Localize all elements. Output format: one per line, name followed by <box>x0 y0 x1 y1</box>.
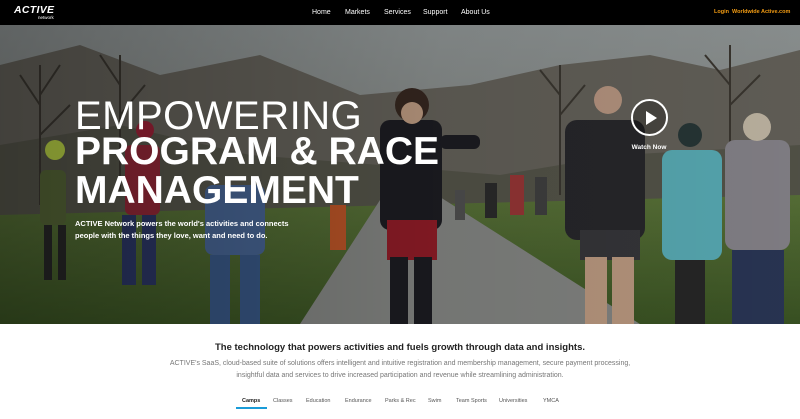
worldwide-link[interactable]: Worldwide <box>732 9 760 16</box>
login-link[interactable]: Login <box>714 9 729 16</box>
tab-education[interactable]: Education <box>306 397 330 405</box>
tab-swim[interactable]: Swim <box>428 397 441 405</box>
tab-camps[interactable]: Camps <box>242 397 260 405</box>
main-nav: Home Markets Services Support About Us <box>0 0 800 25</box>
nav-item-support[interactable]: Support <box>423 8 448 17</box>
nav-item-home[interactable]: Home <box>312 8 331 17</box>
watch-now-label[interactable]: Watch Now <box>624 144 674 152</box>
intro-headline: The technology that powers activities an… <box>214 342 585 353</box>
page: ACTIVE network Home Markets Services Sup… <box>0 0 800 419</box>
nav-item-services[interactable]: Services <box>384 8 411 17</box>
tab-team-sports[interactable]: Team Sports <box>456 397 487 405</box>
nav-item-about-us[interactable]: About Us <box>461 8 490 17</box>
active-com-link[interactable]: Active.com <box>761 9 790 16</box>
tab-ymca[interactable]: YMCA <box>543 397 559 405</box>
play-icon <box>646 111 657 125</box>
hero-description: ACTIVE Network powers the world's activi… <box>75 219 289 240</box>
hero-title-line-3: MANAGEMENT <box>75 169 359 212</box>
hero-title-line-2: PROGRAM & RACE <box>75 130 440 173</box>
intro-body: ACTIVE's SaaS, cloud-based suite of solu… <box>169 360 631 379</box>
tab-parks-rec[interactable]: Parks & Rec <box>385 397 416 405</box>
nav-item-markets[interactable]: Markets <box>345 8 370 17</box>
hero-section: EMPOWERING PROGRAM & RACE MANAGEMENT ACT… <box>0 25 800 324</box>
active-tab-indicator <box>236 407 267 409</box>
top-nav-bar: ACTIVE network Home Markets Services Sup… <box>0 0 800 25</box>
play-video-button[interactable] <box>631 99 668 136</box>
tab-endurance[interactable]: Endurance <box>345 397 372 405</box>
tab-classes[interactable]: Classes <box>273 397 293 405</box>
market-tabs: Camps Classes Education Endurance Parks … <box>0 397 800 409</box>
tab-universities[interactable]: Universities <box>499 397 527 405</box>
